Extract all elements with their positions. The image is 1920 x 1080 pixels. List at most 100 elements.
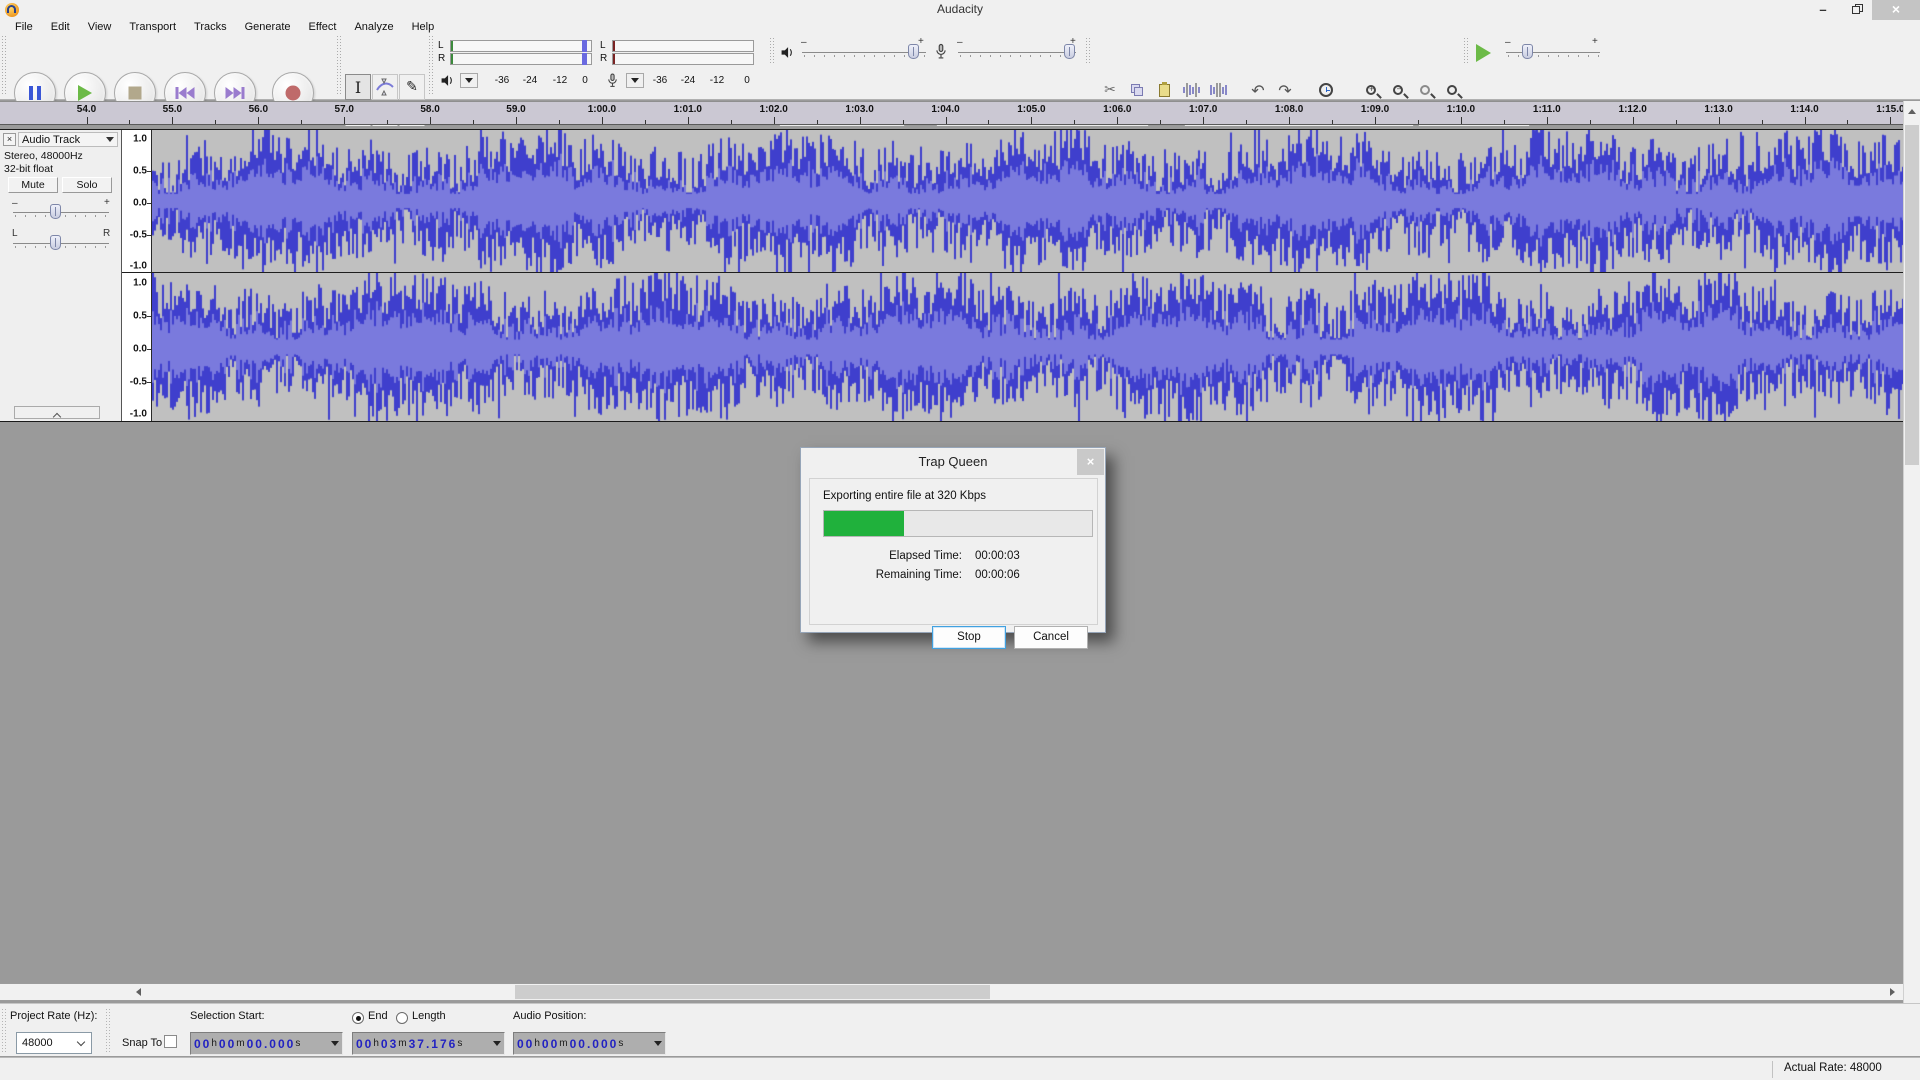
vertical-scrollbar[interactable] [1903,101,1920,1056]
dialog-close-button[interactable]: × [1077,449,1104,475]
track-collapse-button[interactable] [14,406,100,419]
time-seconds-unit: s [295,1038,300,1049]
vruler-value: -1.0 [130,409,147,420]
menu-analyze[interactable]: Analyze [345,21,402,33]
gain-slider-thumb[interactable] [50,204,61,219]
copy-button[interactable] [1125,78,1149,102]
close-button[interactable]: × [1872,0,1920,20]
fit-project-button[interactable] [1440,78,1464,102]
mute-button[interactable]: Mute [8,177,58,193]
pan-slider-thumb[interactable] [50,235,61,250]
cut-button[interactable]: ✂ [1098,78,1122,102]
playback-volume-slider-thumb[interactable] [908,44,919,59]
solo-button[interactable]: Solo [62,177,112,193]
menu-transport[interactable]: Transport [120,21,185,33]
menu-file[interactable]: File [6,21,42,33]
silence-audio-button[interactable] [1206,78,1230,102]
sync-lock-button[interactable] [1314,78,1338,102]
vertical-ruler[interactable]: 1.0 0.5 0.0 -0.5 -1.0 1.0 0.5 0.0 -0.5 -… [122,130,152,421]
recording-volume-slider-thumb[interactable] [1064,44,1075,59]
paste-button[interactable] [1152,78,1176,102]
pan-slider[interactable] [13,243,109,244]
fit-selection-button[interactable] [1413,78,1437,102]
end-radio[interactable] [352,1012,364,1024]
waveform-channel-right[interactable] [152,273,1903,421]
edit-toolbar-grip[interactable] [1086,38,1091,64]
track-name-menu[interactable]: Audio Track [18,132,118,147]
tools-toolbar-grip[interactable] [337,36,342,96]
playback-meter-left-label: L [438,40,448,51]
selection-end-field[interactable]: 00h 03m 37.176s [352,1032,505,1055]
selection-tool-icon: I [355,78,361,97]
selection-tool-button[interactable]: I [345,74,371,100]
menu-tracks[interactable]: Tracks [185,21,236,33]
recording-meter-left-label: L [600,40,610,51]
selection-toolbar-grip[interactable] [2,1009,7,1053]
chevron-down-icon[interactable] [331,1041,339,1046]
menu-edit[interactable]: Edit [42,21,79,33]
vertical-scrollbar-thumb[interactable] [1905,125,1919,465]
restore-button[interactable] [1842,0,1872,20]
menu-effect[interactable]: Effect [300,21,346,33]
chevron-down-icon[interactable] [493,1041,501,1046]
play-speed-slider-thumb[interactable] [1522,44,1533,59]
waveform-channel-left[interactable] [152,130,1903,272]
length-radio[interactable] [396,1012,408,1024]
transport-toolbar-grip[interactable] [2,36,7,96]
play-at-speed-button[interactable] [1476,44,1491,62]
menu-generate[interactable]: Generate [236,21,300,33]
playback-meter-right-bar [450,53,592,65]
scroll-left-arrow[interactable] [130,984,147,1000]
pan-right-label: R [103,228,110,239]
cancel-export-button[interactable]: Cancel [1014,626,1088,649]
redo-button[interactable]: ↷ [1273,78,1297,102]
scroll-up-arrow[interactable] [1904,103,1920,119]
meter-scale-value: -36 [653,75,667,86]
title-bar: Audacity – × [0,0,1920,20]
project-rate-select[interactable]: 48000 [16,1032,92,1054]
envelope-tool-button[interactable] [372,74,398,100]
snap-to-label: Snap To [122,1037,162,1049]
playback-meter-dropdown[interactable] [460,73,478,88]
project-rate-label: Project Rate (Hz): [10,1010,97,1022]
menu-view[interactable]: View [79,21,121,33]
pan-slider-dots [15,246,107,248]
minimize-button[interactable]: – [1808,0,1838,20]
pause-icon [29,86,41,100]
scroll-right-arrow[interactable] [1884,984,1901,1000]
track-close-button[interactable]: × [3,133,16,146]
track-control-panel: × Audio Track Stereo, 48000Hz 32-bit flo… [0,130,122,421]
menu-help[interactable]: Help [403,21,444,33]
audio-position-field[interactable]: 00h 00m 00.000s [513,1032,666,1055]
trim-audio-button[interactable] [1179,78,1203,102]
play-speed-min-label: – [1505,37,1511,48]
gain-min-label: – [12,198,18,209]
chevron-up-icon [53,413,61,421]
transcription-toolbar-grip[interactable] [1464,38,1469,64]
zoom-out-button[interactable] [1386,78,1410,102]
zoom-in-button[interactable] [1359,78,1383,102]
ruler-time-label: 1:00.0 [588,104,616,115]
timeline-ruler[interactable]: 54.055.056.057.058.059.01:00.01:01.01:02… [0,101,1903,125]
stop-export-button[interactable]: Stop [932,626,1006,649]
meter-scale-value: -24 [523,75,537,86]
clock-icon [1319,83,1333,97]
recording-volume-min-label: – [957,37,963,48]
undo-button[interactable]: ↶ [1246,78,1270,102]
time-minutes: 00 [219,1037,236,1051]
selection-start-field[interactable]: 00h 00m 00.000s [190,1032,343,1055]
horizontal-scrollbar-thumb[interactable] [515,985,990,999]
recording-meter-dropdown[interactable] [626,73,644,88]
draw-tool-button[interactable]: ✎ [399,74,425,100]
chevron-down-icon[interactable] [654,1041,662,1046]
snap-to-checkbox[interactable] [164,1035,177,1048]
progress-bar-fill [824,511,904,536]
horizontal-scrollbar[interactable] [0,983,1903,1001]
ruler-time-label: 1:13.0 [1704,104,1732,115]
gain-slider[interactable] [13,212,109,213]
mixer-toolbar-grip[interactable] [770,38,775,64]
length-radio-label: Length [412,1010,446,1022]
recording-volume-slider[interactable] [958,52,1076,53]
meter-toolbar-grip[interactable] [429,36,434,96]
play-speed-slider[interactable] [1506,52,1600,53]
